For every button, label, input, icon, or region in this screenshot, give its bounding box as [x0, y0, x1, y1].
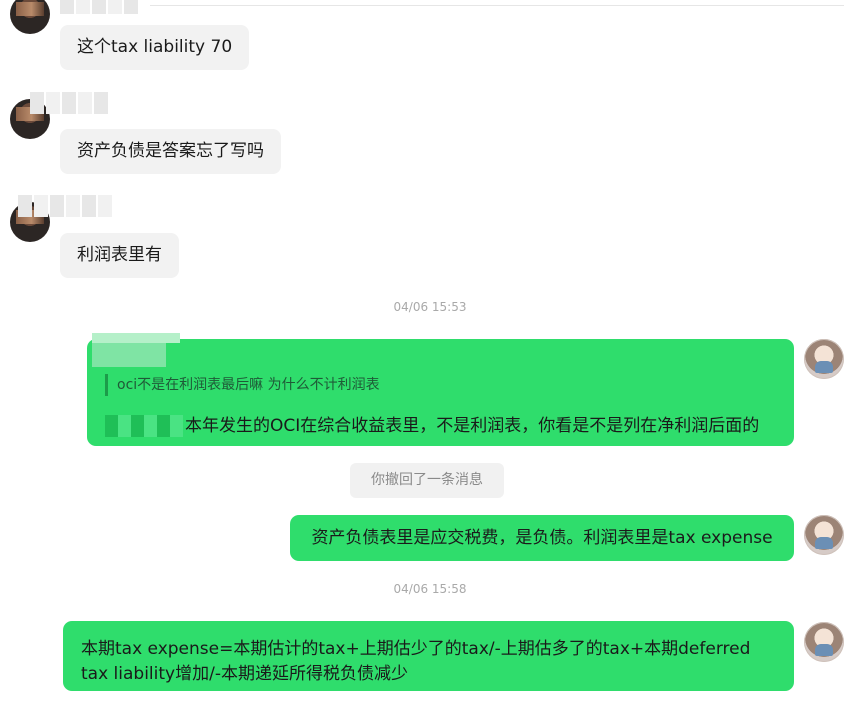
timestamp: 04/06 15:53	[393, 300, 467, 314]
contact-name-blurred	[30, 92, 110, 114]
mention-blurred	[105, 415, 183, 437]
formula-line-1: 本期tax expense=本期估计的tax+上期估少了的tax/-上期估多了的…	[81, 639, 751, 659]
self-avatar-icon[interactable]	[804, 622, 844, 662]
quoted-sender-blurred	[92, 333, 180, 369]
formula-line-2: tax liability增加/-本期递延所得税负债减少	[81, 664, 408, 684]
timestamp: 04/06 15:58	[393, 582, 467, 596]
contact-name-blurred	[60, 0, 140, 14]
self-avatar-icon[interactable]	[804, 515, 844, 555]
recall-notice: 你撤回了一条消息	[350, 463, 504, 498]
contact-avatar-icon[interactable]	[10, 0, 50, 34]
message-bubble-tax[interactable]: 资产负债表里是应交税费，是负债。利润表里是tax expense	[290, 515, 794, 561]
quote-reply-text: 本年发生的OCI在综合收益表里，不是利润表，你看是不是列在净利润后面的	[105, 413, 759, 439]
quoted-message: oci不是在利润表最后嘛 为什么不计利润表	[105, 374, 380, 396]
message-bubble-formula[interactable]: 本期tax expense=本期估计的tax+上期估少了的tax/-上期估多了的…	[63, 621, 794, 691]
top-divider	[150, 5, 844, 6]
self-avatar-icon[interactable]	[804, 339, 844, 379]
message-bubble-1[interactable]: 这个tax liability 70	[60, 25, 250, 70]
reply-text: 本年发生的OCI在综合收益表里，不是利润表，你看是不是列在净利润后面的	[185, 416, 760, 436]
contact-name-blurred	[18, 195, 114, 217]
message-bubble-2[interactable]: 资产负债是答案忘了写吗	[60, 129, 281, 174]
message-bubble-3[interactable]: 利润表里有	[60, 233, 179, 278]
